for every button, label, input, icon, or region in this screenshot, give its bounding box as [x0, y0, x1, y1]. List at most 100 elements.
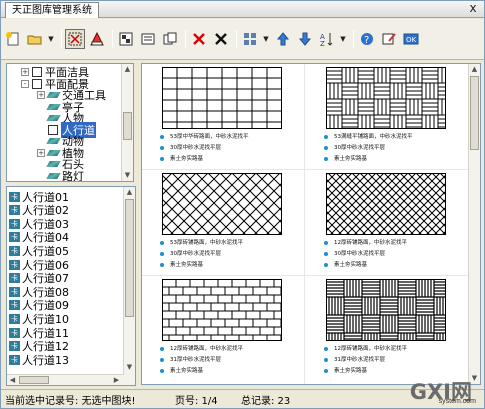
- category-tree[interactable]: + 平面洁具 - 平面配景 + 交通工具 亭子 人物 人行道 动物 + 植物 石头 路灯 ▲ ▼: [6, 63, 134, 182]
- preview-cell[interactable]: 53厚中华砖路面，中砂水泥找平 30厚中砂水泥找平层素土夯实路基: [142, 64, 302, 168]
- list-item[interactable]: 卡人行道05: [9, 244, 69, 258]
- block-icon: 卡: [9, 341, 20, 352]
- list-item[interactable]: 卡人行道12: [9, 340, 69, 353]
- select-all-icon[interactable]: [65, 29, 85, 49]
- toolbar-separator: [61, 30, 62, 48]
- block-list[interactable]: 卡人行道01 卡人行道02 卡人行道03 卡人行道04 卡人行道05 卡人行道06 卡人行道…: [6, 186, 136, 386]
- sort-icon[interactable]: AZ: [317, 29, 337, 49]
- pattern-caption: 31厚中砂水泥找平层: [324, 355, 385, 365]
- preview-cell[interactable]: 12厚砖铺路面，中砂水泥找平 31厚中砂水泥找平层 素土夯实路基: [306, 276, 466, 380]
- scroll-up-icon[interactable]: ▲: [124, 187, 135, 198]
- list-item[interactable]: 卡人行道13: [9, 353, 69, 367]
- edit-icon[interactable]: [379, 29, 399, 49]
- list-item[interactable]: 卡人行道01: [9, 190, 69, 204]
- list-scrollbar[interactable]: ▲ ▼: [123, 187, 135, 385]
- preview-cell[interactable]: 12厚砖铺路面，中砂水泥找平 31厚中砂水泥找平层 素土夯实路基: [142, 276, 302, 380]
- list-item[interactable]: 卡人行道03: [9, 217, 69, 231]
- block-icon: 卡: [9, 273, 20, 284]
- collapse-icon[interactable]: -: [21, 79, 29, 88]
- scroll-up-icon[interactable]: ▲: [469, 64, 480, 75]
- category-diamond-icon: [46, 138, 61, 144]
- tree-item[interactable]: 路灯: [37, 170, 84, 181]
- list-horizontal-scrollbar[interactable]: ◀ ▶: [7, 374, 124, 385]
- category-diamond-icon: [46, 161, 61, 167]
- preview-cell[interactable]: 53满缝平铺路面，中砂水泥找平 30厚中砂水泥找平层 素土夯实路基: [306, 64, 466, 168]
- save-icon[interactable]: [138, 29, 158, 49]
- window-title: 天正图库管理系统: [5, 2, 99, 18]
- scroll-down-icon[interactable]: ▼: [124, 362, 135, 373]
- site-watermark: GXI网 system.com: [408, 376, 478, 406]
- status-total: 总记录: 23: [241, 396, 291, 407]
- caption-text: 素土夯实路基: [334, 262, 368, 268]
- delete-red-x-icon[interactable]: [189, 29, 209, 49]
- category-book-icon: [32, 67, 42, 77]
- block-icon: 卡: [9, 245, 20, 256]
- list-item[interactable]: 卡人行道10: [9, 312, 69, 326]
- bullet-icon: [160, 146, 164, 150]
- list-item[interactable]: 卡人行道11: [9, 326, 69, 340]
- list-item-label: 人行道13: [22, 353, 69, 367]
- block-icon: 卡: [9, 232, 20, 243]
- status-current-record: 当前选中记录号: 无选中图块!: [5, 396, 136, 407]
- scroll-thumb[interactable]: [470, 76, 479, 150]
- scroll-thumb[interactable]: [125, 199, 134, 317]
- paving-pattern-thumbnail: [326, 67, 446, 129]
- pattern-caption: 53满缝平铺路面，中砂水泥找平: [324, 132, 413, 142]
- toolbar-separator: [353, 30, 354, 48]
- help-icon[interactable]: ?: [357, 29, 377, 49]
- bullet-icon: [160, 358, 164, 362]
- caption-text: 31厚中砂水泥找平层: [334, 357, 385, 363]
- view-grid-dropdown-icon[interactable]: ▼: [262, 29, 270, 49]
- delete-black-x-icon[interactable]: [211, 29, 231, 49]
- category-book-icon: [48, 124, 58, 135]
- caption-text: 12厚砖铺路面，中砂水泥找平: [170, 346, 243, 352]
- open-library-icon[interactable]: [25, 29, 45, 49]
- pattern-caption: 素土夯实路基: [324, 154, 367, 164]
- view-grid-icon[interactable]: [240, 29, 260, 49]
- svg-text:OK: OK: [406, 36, 417, 44]
- caption-text: 素土夯实路基: [170, 262, 204, 268]
- preview-scrollbar[interactable]: ▲ ▼: [468, 64, 480, 384]
- expand-icon[interactable]: +: [37, 91, 45, 99]
- move-down-icon[interactable]: [295, 29, 315, 49]
- scroll-up-icon[interactable]: ▲: [122, 64, 133, 75]
- list-item[interactable]: 卡人行道08: [9, 285, 69, 299]
- caption-text: 素土夯实路基: [170, 156, 204, 162]
- category-book-icon: [32, 78, 42, 89]
- expand-icon[interactable]: +: [37, 148, 45, 157]
- paving-pattern-thumbnail: [326, 279, 446, 341]
- scroll-left-icon[interactable]: ◀: [7, 375, 18, 385]
- caption-text: 12厚砖铺路面，中砂水泥找平: [334, 240, 407, 246]
- preview-cell[interactable]: 12厚砖铺路面，中砂水泥找平 30厚中砂水泥找平层 素土夯实路基: [306, 170, 466, 274]
- scroll-thumb[interactable]: [123, 112, 132, 140]
- scroll-right-icon[interactable]: ▶: [111, 375, 122, 385]
- pick-icon[interactable]: [87, 29, 107, 49]
- tree-scrollbar[interactable]: ▲ ▼: [121, 64, 133, 181]
- pattern-caption: 30厚中砂水泥找平层: [160, 249, 221, 259]
- preview-cell[interactable]: 53厚砖铺路面，中砂水泥找平 30厚中砂水泥找平层素土夯实路基: [142, 170, 302, 274]
- scroll-down-icon[interactable]: ▼: [122, 170, 133, 181]
- sort-dropdown-icon[interactable]: ▼: [339, 29, 347, 49]
- ok-icon[interactable]: OK: [401, 29, 421, 49]
- list-item[interactable]: 卡人行道07: [9, 272, 69, 285]
- scroll-thumb[interactable]: [19, 376, 49, 384]
- pattern-caption: 30厚中砂水泥找平层: [160, 143, 221, 153]
- list-item[interactable]: 卡人行道04: [9, 231, 69, 244]
- preview-panel[interactable]: 53厚中华砖路面，中砂水泥找平 30厚中砂水泥找平层 素土夯实路基 53满缝平铺路面，…: [141, 63, 481, 385]
- block-icon: 卡: [9, 205, 20, 216]
- block-icon: 卡: [9, 313, 20, 324]
- move-up-icon[interactable]: [273, 29, 293, 49]
- batch-load-icon[interactable]: [116, 29, 136, 49]
- list-item[interactable]: 卡人行道02: [9, 204, 69, 217]
- replace-icon[interactable]: [160, 29, 180, 49]
- close-icon[interactable]: x: [466, 2, 480, 16]
- block-icon: 卡: [9, 300, 20, 311]
- list-item[interactable]: 卡人行道09: [9, 299, 69, 312]
- caption-text: 53厚砖铺路面，中砂水泥找平: [170, 240, 243, 246]
- open-library-dropdown-icon[interactable]: ▼: [47, 29, 55, 49]
- caption-text: 31厚中砂水泥找平层: [170, 357, 221, 363]
- list-item[interactable]: 卡人行道06: [9, 258, 69, 272]
- new-library-icon[interactable]: [3, 29, 23, 49]
- expand-icon[interactable]: +: [21, 68, 29, 76]
- pattern-caption: 53厚中华砖路面，中砂水泥找平: [160, 132, 249, 142]
